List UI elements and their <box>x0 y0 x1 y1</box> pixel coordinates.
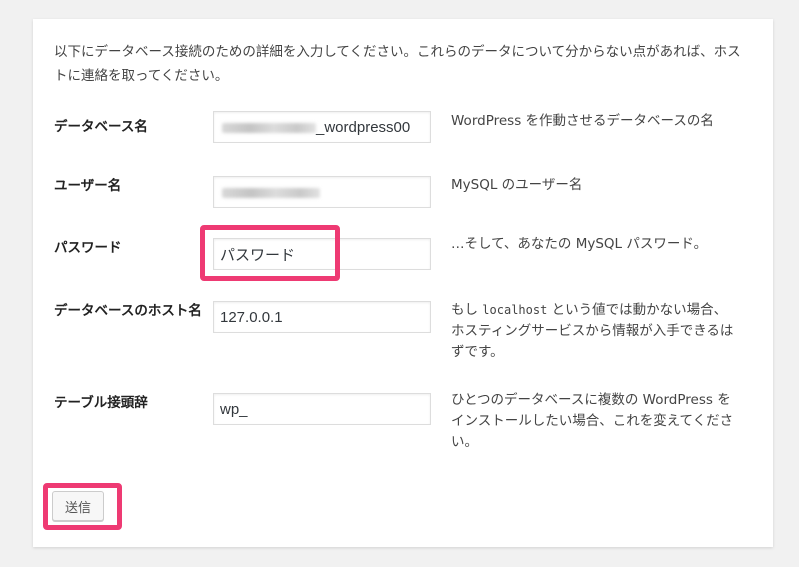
dbname-value-suffix: _wordpress00 <box>316 119 411 136</box>
host-help-before: もし <box>451 302 483 318</box>
username-input[interactable] <box>213 176 431 208</box>
username-help: MySQL のユーザー名 <box>451 177 583 193</box>
host-label: データベースのホスト名 <box>54 303 202 319</box>
intro-text: 以下にデータベース接続のための詳細を入力してください。これらのデータについて分か… <box>54 44 741 84</box>
prefix-input[interactable] <box>213 393 431 425</box>
dbname-label: データベース名 <box>54 119 148 135</box>
username-label: ユーザー名 <box>54 178 122 194</box>
host-help: もし localhost という値では動かない場合、ホスティングサービスから情報… <box>451 300 736 363</box>
redacted-text <box>222 123 316 133</box>
password-input[interactable] <box>213 238 431 270</box>
host-help-code: localhost <box>482 303 548 317</box>
host-input[interactable] <box>213 301 431 333</box>
redacted-text <box>222 188 320 198</box>
dbname-input[interactable]: _wordpress00 <box>213 111 431 143</box>
setup-form-card <box>33 19 773 547</box>
password-help: …そして、あなたの MySQL パスワード。 <box>451 236 708 252</box>
prefix-help: ひとつのデータベースに複数の WordPress をインストールしたい場合、これ… <box>451 392 734 450</box>
prefix-label: テーブル接頭辞 <box>54 395 148 411</box>
submit-button[interactable]: 送信 <box>52 491 104 521</box>
password-label: パスワード <box>54 240 122 256</box>
dbname-help: WordPress を作動させるデータベースの名 <box>451 113 714 129</box>
